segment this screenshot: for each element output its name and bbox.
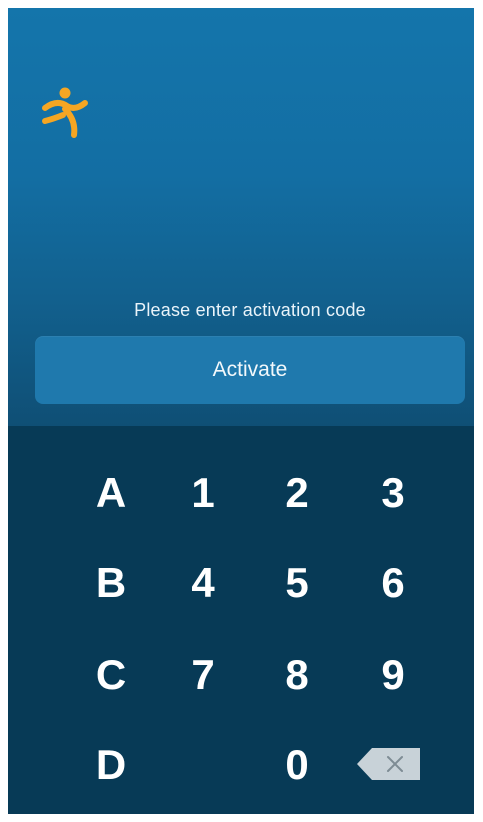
activation-screen: Please enter activation code Activate A … xyxy=(8,8,474,814)
key-d[interactable]: D xyxy=(76,730,146,800)
key-3[interactable]: 3 xyxy=(358,458,428,528)
key-c[interactable]: C xyxy=(76,640,146,710)
key-0[interactable]: 0 xyxy=(262,730,332,800)
key-7[interactable]: 7 xyxy=(168,640,238,710)
activate-button[interactable]: Activate xyxy=(35,336,465,404)
backspace-icon[interactable] xyxy=(356,747,422,781)
keypad: A 1 2 3 B 4 5 6 C 7 8 9 D 0 xyxy=(8,426,474,814)
key-b[interactable]: B xyxy=(76,548,146,618)
running-person-logo-icon xyxy=(42,87,88,138)
key-5[interactable]: 5 xyxy=(262,548,332,618)
key-8[interactable]: 8 xyxy=(262,640,332,710)
key-9[interactable]: 9 xyxy=(358,640,428,710)
activation-prompt: Please enter activation code xyxy=(134,300,366,320)
key-1[interactable]: 1 xyxy=(168,458,238,528)
key-4[interactable]: 4 xyxy=(168,548,238,618)
key-2[interactable]: 2 xyxy=(262,458,332,528)
header-area: Please enter activation code Activate xyxy=(8,8,474,426)
key-a[interactable]: A xyxy=(76,458,146,528)
key-6[interactable]: 6 xyxy=(358,548,428,618)
